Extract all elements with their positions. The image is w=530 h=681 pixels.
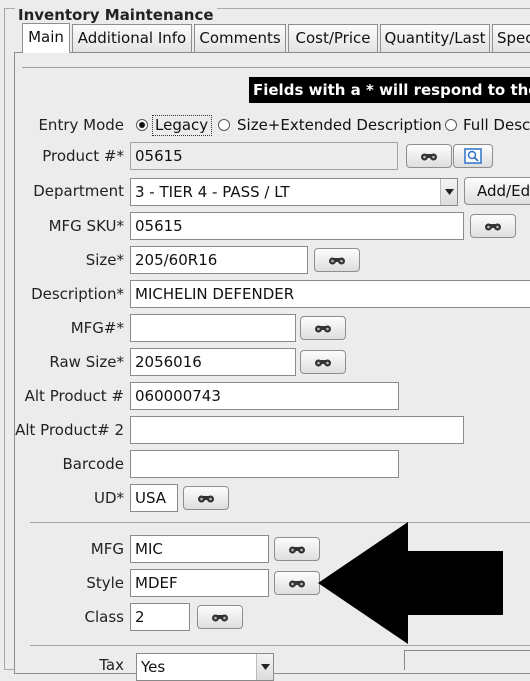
entry-mode-size-extended-label[interactable]: Size+Extended Description (237, 115, 442, 135)
binoculars-icon (421, 153, 437, 160)
tax-select[interactable]: Yes (136, 653, 274, 681)
mfg-number-field[interactable] (130, 314, 296, 342)
chevron-down-icon[interactable] (256, 654, 273, 680)
ud-label: UD* (93, 489, 124, 507)
mfg-field[interactable]: MIC (130, 535, 269, 563)
product-preview-button[interactable] (453, 144, 493, 168)
focus-indicator (152, 115, 212, 136)
mfg-number-label: MFG#* (70, 319, 124, 337)
alt-product-2-field[interactable] (130, 416, 464, 444)
raw-size-label: Raw Size* (49, 353, 124, 371)
tab-quantity-last[interactable]: Quantity/Last (380, 24, 490, 52)
style-field[interactable]: MDEF (130, 569, 269, 597)
magnifier-icon (464, 148, 482, 164)
binoculars-icon (289, 546, 305, 553)
ud-field[interactable]: USA (130, 484, 178, 512)
top-divider (22, 67, 530, 68)
binoculars-icon (212, 614, 228, 621)
arrow-left-icon (318, 522, 503, 644)
raw-size-field[interactable]: 2056016 (130, 348, 296, 376)
window-title: Inventory Maintenance (15, 6, 217, 24)
tab-cost-price[interactable]: Cost/Price (288, 24, 378, 52)
binoculars-icon (198, 495, 214, 502)
product-number-field[interactable]: 05615 (130, 142, 398, 170)
entry-mode-size-extended-radio[interactable] (218, 119, 230, 131)
class-lookup-button[interactable] (197, 605, 243, 629)
barcode-field[interactable] (130, 450, 399, 478)
entry-mode-full-desc-label[interactable]: Full Desc (463, 115, 530, 135)
binoculars-icon (315, 359, 331, 366)
tab-spec[interactable]: Spec (492, 24, 530, 52)
hint-banner: Fields with a * will respond to the P (249, 77, 530, 103)
tab-comments[interactable]: Comments (194, 24, 286, 52)
raw-size-lookup-button[interactable] (300, 350, 346, 374)
binoculars-icon (485, 223, 501, 230)
mfg-sku-field[interactable]: 05615 (130, 212, 464, 240)
department-label: Department (33, 182, 124, 200)
tax-label: Tax (99, 656, 124, 674)
chevron-down-icon[interactable] (440, 179, 457, 205)
style-label: Style (86, 574, 124, 592)
size-label: Size* (85, 251, 124, 269)
binoculars-icon (329, 257, 345, 264)
entry-mode-full-desc-radio[interactable] (445, 119, 457, 131)
right-group-border (404, 650, 530, 651)
size-field[interactable]: 205/60R16 (130, 246, 308, 274)
right-group-border-left (404, 650, 405, 670)
alt-product-2-label: Alt Product# 2 (15, 421, 124, 439)
tax-value: Yes (141, 658, 166, 676)
barcode-label: Barcode (62, 455, 125, 473)
description-field[interactable]: MICHELIN DEFENDER (130, 280, 530, 308)
class-field[interactable]: 2 (130, 603, 190, 631)
entry-mode-legacy-radio[interactable] (136, 119, 148, 131)
tab-main[interactable]: Main (22, 23, 70, 53)
class-label: Class (84, 608, 124, 626)
mfg-label: MFG (90, 540, 124, 558)
binoculars-icon (289, 580, 305, 587)
department-value: 3 - TIER 4 - PASS / LT (135, 183, 290, 201)
product-number-label: Product #* (42, 147, 124, 165)
product-lookup-button[interactable] (406, 144, 452, 168)
mfg-number-lookup-button[interactable] (300, 316, 346, 340)
description-label: Description* (31, 285, 124, 303)
ud-lookup-button[interactable] (183, 486, 229, 510)
entry-mode-label: Entry Mode (38, 116, 124, 134)
department-select[interactable]: 3 - TIER 4 - PASS / LT (130, 178, 458, 206)
mfg-sku-label: MFG SKU* (48, 217, 124, 235)
alt-product-label: Alt Product # (24, 387, 124, 405)
size-lookup-button[interactable] (314, 248, 360, 272)
tab-additional-info[interactable]: Additional Info (72, 24, 192, 52)
alt-product-field[interactable]: 060000743 (130, 382, 399, 410)
department-add-edit-button[interactable]: Add/Ed (464, 177, 530, 205)
binoculars-icon (315, 325, 331, 332)
mfg-sku-lookup-button[interactable] (470, 214, 516, 238)
